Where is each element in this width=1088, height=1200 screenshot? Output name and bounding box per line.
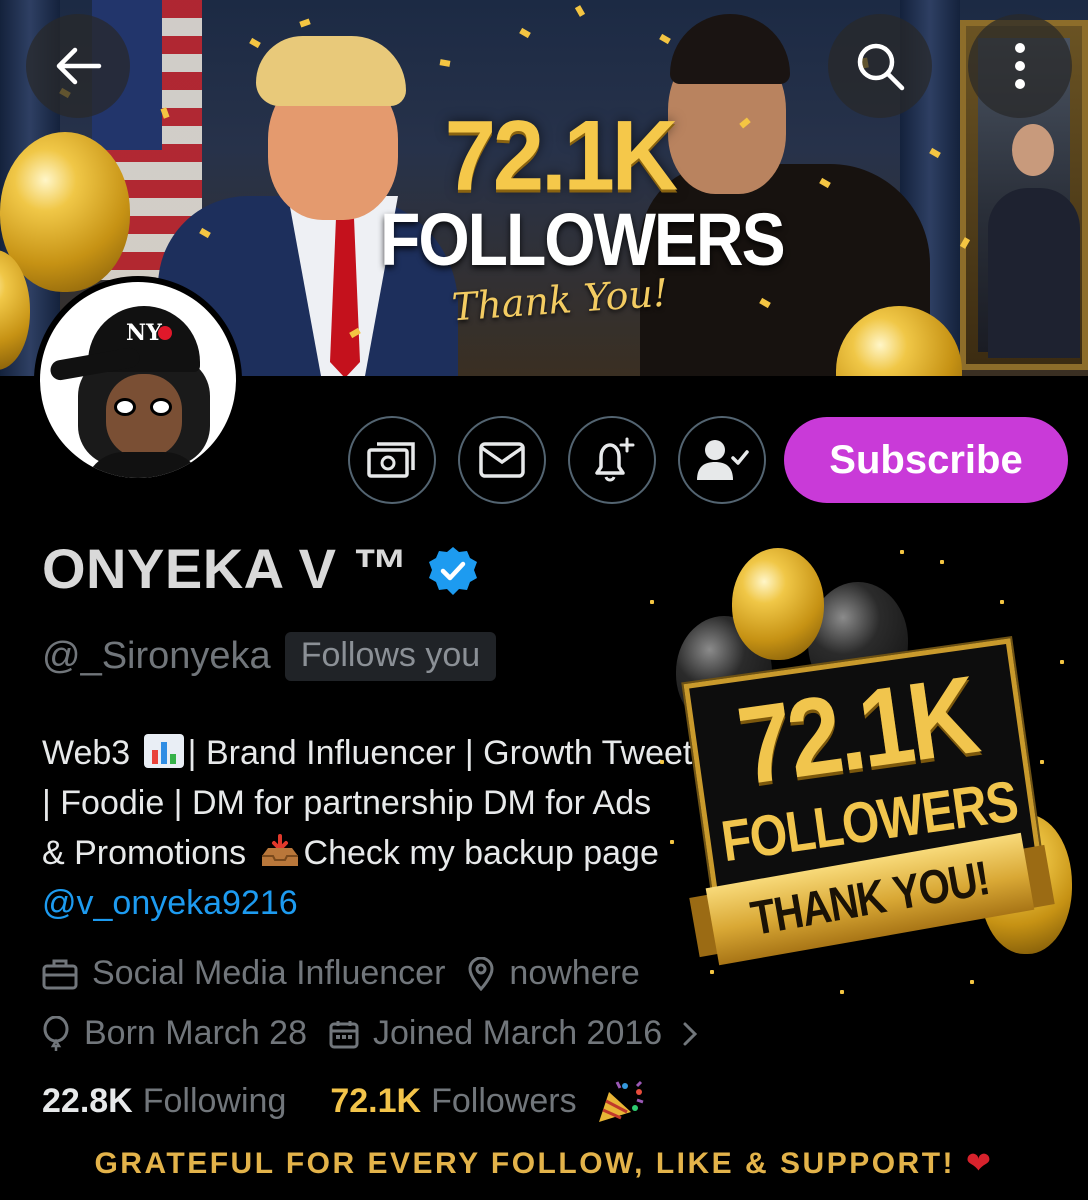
- profile-dates-row[interactable]: Born March 28 Joined March 2016: [42, 1014, 734, 1053]
- following-button[interactable]: [678, 416, 766, 504]
- heart-icon: ❤: [965, 1147, 994, 1180]
- follow-stats: 22.8K Following 72.1K Followers: [42, 1078, 647, 1124]
- search-icon: [857, 43, 905, 91]
- bar-chart-emoji-icon: [143, 734, 184, 768]
- subscribe-button[interactable]: Subscribe: [784, 417, 1068, 503]
- user-handle: @_Sironyeka: [42, 635, 271, 677]
- party-popper-icon: [598, 1080, 644, 1122]
- followers-label[interactable]: Followers: [431, 1082, 576, 1121]
- bio-line: | Foodie | DM for partnership DM for Ads: [42, 784, 652, 822]
- gratitude-text: GRATEFUL FOR EVERY FOLLOW, LIKE & SUPPOR…: [94, 1147, 956, 1180]
- briefcase-icon: [42, 959, 78, 989]
- following-label[interactable]: Following: [143, 1082, 287, 1121]
- back-button[interactable]: [26, 14, 130, 118]
- calendar-icon: [329, 1020, 359, 1048]
- bio-text: & Promotions: [42, 834, 247, 872]
- profile-avatar[interactable]: NY: [34, 276, 242, 484]
- notifications-button[interactable]: [568, 416, 656, 504]
- joined-text: Joined March 2016: [373, 1014, 663, 1052]
- gold-balloon: [732, 548, 824, 660]
- profile-handle-row: @_Sironyeka Follows you: [42, 632, 497, 681]
- arrow-left-icon: [56, 47, 102, 85]
- gratitude-message: GRATEFUL FOR EVERY FOLLOW, LIKE & SUPPOR…: [0, 1146, 1088, 1181]
- bio-text: | Brand Influencer | Growth Tweets: [187, 734, 710, 772]
- banner-milestone-text: 72.1K FOLLOWERS Thank You!: [380, 104, 786, 329]
- followers-count[interactable]: 72.1K: [330, 1082, 421, 1121]
- birthday-item: Born March 28: [42, 1014, 307, 1053]
- verified-badge-icon[interactable]: [427, 545, 479, 597]
- profile-name-row: ONYEKA V ™: [42, 536, 479, 601]
- balloon-icon: [43, 1015, 69, 1051]
- location-item: nowhere: [467, 954, 640, 993]
- person-check-icon: [697, 440, 749, 480]
- profile-bio: Web3 | Brand Influencer | Growth Tweets …: [42, 728, 732, 928]
- tip-button[interactable]: [348, 416, 436, 504]
- follows-you-badge: Follows you: [284, 632, 497, 681]
- more-vertical-icon: [1015, 43, 1025, 89]
- milestone-celebration-graphic: 72.1K FOLLOWERS THANK YOU!: [640, 540, 1080, 1000]
- profile-meta-row: Social Media Influencer nowhere: [42, 954, 662, 993]
- location-text: nowhere: [509, 954, 640, 992]
- money-icon: [367, 442, 415, 478]
- banner-followers-label: FOLLOWERS: [380, 197, 786, 281]
- bio-line: & Promotions Check my backup page: [42, 828, 732, 878]
- inbox-tray-emoji-icon: [260, 832, 300, 866]
- bio-text: Web3: [42, 734, 131, 772]
- backup-account-link[interactable]: @v_onyeka9216: [42, 878, 732, 928]
- location-pin-icon: [468, 956, 494, 991]
- envelope-icon: [479, 442, 525, 478]
- banner-follower-count: 72.1K: [444, 100, 679, 212]
- display-name: ONYEKA V ™: [42, 537, 409, 600]
- more-options-button[interactable]: [968, 14, 1072, 118]
- bio-text: Check my backup page: [303, 834, 659, 872]
- chevron-right-icon: [683, 1022, 698, 1045]
- bell-plus-icon: [595, 437, 635, 482]
- joined-item: Joined March 2016: [329, 1014, 712, 1053]
- message-button[interactable]: [458, 416, 546, 504]
- profession-text: Social Media Influencer: [92, 954, 446, 992]
- following-count[interactable]: 22.8K: [42, 1082, 133, 1121]
- search-button[interactable]: [828, 14, 932, 118]
- bio-line: Web3 | Brand Influencer | Growth Tweets: [42, 728, 732, 778]
- profession-item: Social Media Influencer: [42, 954, 445, 993]
- birthday-text: Born March 28: [84, 1014, 307, 1052]
